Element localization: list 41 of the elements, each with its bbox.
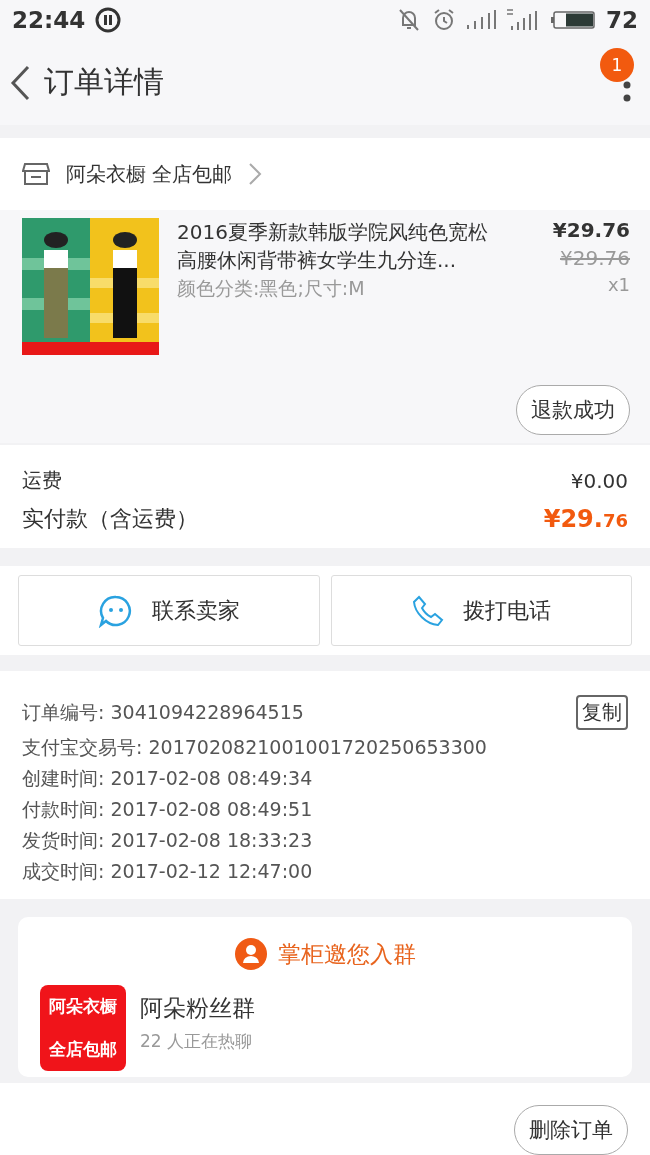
group-icon <box>234 937 268 971</box>
order-info-line: 支付宝交易号: 2017020821001001720250653300 <box>22 735 487 760</box>
original-price: ¥29.76 <box>560 246 630 270</box>
order-info-line: 订单编号: 3041094228964515 <box>22 699 304 725</box>
product-title[interactable]: 2016夏季新款韩版学院风纯色宽松高腰休闲背带裤女学生九分连... <box>177 218 492 274</box>
fee-value: ¥0.00 <box>570 468 628 493</box>
muted-bell-icon <box>396 7 422 33</box>
delete-order-button[interactable]: 删除订单 <box>514 1105 628 1155</box>
order-info-line: 成交时间: 2017-02-12 12:47:00 <box>22 859 313 884</box>
group-card-title: 掌柜邀您入群 <box>278 939 416 969</box>
call-button[interactable]: 拨打电话 <box>330 575 632 646</box>
store-icon <box>22 161 50 187</box>
group-name[interactable]: 阿朵粉丝群 <box>140 993 255 1024</box>
signal-4g-icon <box>506 8 540 32</box>
pause-icon <box>95 7 122 33</box>
order-info-line: 付款时间: 2017-02-08 08:49:51 <box>22 797 313 822</box>
shop-name[interactable]: 阿朵衣橱 全店包邮 <box>66 160 233 188</box>
logo-text: 全店包邮 <box>49 1038 117 1061</box>
product-sku: 颜色分类:黑色;尺寸:M <box>177 276 366 301</box>
product-quantity: x1 <box>607 274 630 295</box>
battery-level: 72 <box>606 7 638 33</box>
fee-value: ¥29.76 <box>543 505 628 533</box>
status-time: 22:44 <box>12 7 86 33</box>
chat-face-icon <box>97 593 134 628</box>
refund-status-button[interactable]: 退款成功 <box>516 385 630 435</box>
fee-label: 实付款（含运费） <box>22 505 198 533</box>
fee-label: 运费 <box>22 467 62 494</box>
alarm-icon <box>432 8 456 32</box>
copy-button[interactable]: 复制 <box>576 695 628 730</box>
back-icon[interactable] <box>8 63 32 102</box>
group-members: 22 人正在热聊 <box>140 1030 254 1053</box>
logo-text: 阿朵衣橱 <box>49 995 117 1018</box>
signal-icon <box>466 9 496 31</box>
contact-button[interactable]: 联系卖家 <box>18 575 320 646</box>
notification-badge: 1 <box>600 48 634 82</box>
battery-icon <box>550 10 596 30</box>
phone-icon <box>411 593 446 628</box>
order-info-line: 发货时间: 2017-02-08 18:33:23 <box>22 828 313 853</box>
product-price: ¥29.76 <box>552 218 630 242</box>
page-title: 订单详情 <box>44 63 164 101</box>
order-info-line: 创建时间: 2017-02-08 08:49:34 <box>22 766 313 791</box>
